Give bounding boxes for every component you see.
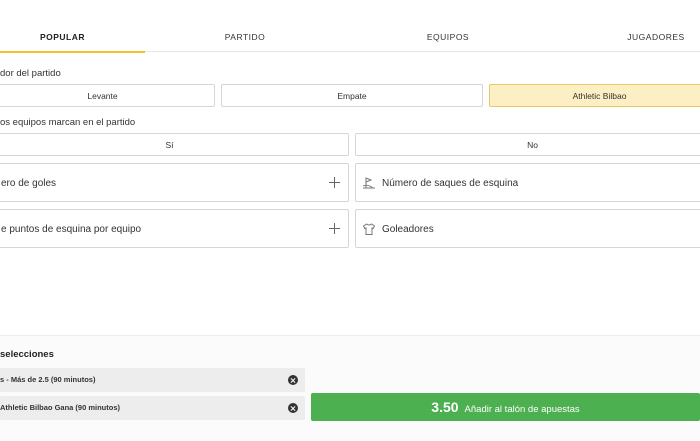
market-label: Goleadores bbox=[382, 224, 434, 235]
option-athletic-bilbao[interactable]: Athletic Bilbao bbox=[489, 84, 700, 107]
remove-selection-icon[interactable] bbox=[288, 375, 298, 385]
market-puntos-de-esquina[interactable]: e puntos de esquina por equipo bbox=[0, 209, 349, 248]
market-numero-de-goles[interactable]: ero de goles bbox=[0, 163, 349, 202]
selection-item: s - Más de 2.5 (90 minutos) bbox=[0, 368, 305, 392]
tab-popular[interactable]: POPULAR bbox=[0, 0, 145, 53]
jersey-icon bbox=[362, 223, 376, 235]
plus-icon bbox=[329, 177, 340, 188]
tab-equipos[interactable]: EQUIPOS bbox=[388, 0, 508, 52]
both-teams-score-title: os equipos marcan en el partido bbox=[0, 117, 136, 128]
option-no[interactable]: No bbox=[355, 133, 700, 156]
selection-text: s - Más de 2.5 (90 minutos) bbox=[0, 375, 96, 384]
market-goleadores[interactable]: Goleadores bbox=[355, 209, 700, 248]
add-to-betslip-button[interactable]: 3.50 Añadir al talón de apuestas bbox=[311, 393, 700, 421]
selection-item: Athletic Bilbao Gana (90 minutos) bbox=[0, 396, 305, 420]
corner-flag-icon bbox=[362, 177, 375, 189]
market-saques-de-esquina[interactable]: Número de saques de esquina bbox=[355, 163, 700, 202]
betslip-panel: selecciones s - Más de 2.5 (90 minutos) … bbox=[0, 335, 700, 441]
remove-selection-icon[interactable] bbox=[288, 403, 298, 413]
option-empate[interactable]: Empate bbox=[221, 84, 483, 107]
selection-text: Athletic Bilbao Gana (90 minutos) bbox=[0, 403, 121, 412]
betslip-title: selecciones bbox=[0, 349, 54, 360]
tab-jugadores[interactable]: JUGADORES bbox=[596, 0, 700, 52]
match-winner-title: dor del partido bbox=[0, 68, 61, 79]
total-odds: 3.50 bbox=[431, 399, 459, 415]
add-to-betslip-label: Añadir al talón de apuestas bbox=[464, 404, 580, 415]
option-levante[interactable]: Levante bbox=[0, 84, 215, 107]
plus-icon bbox=[329, 223, 340, 234]
market-tabs: POPULAR PARTIDO EQUIPOS JUGADORES bbox=[0, 0, 700, 53]
market-label: ero de goles bbox=[1, 178, 57, 189]
market-label: Número de saques de esquina bbox=[382, 178, 519, 189]
market-label: e puntos de esquina por equipo bbox=[1, 224, 142, 235]
option-si[interactable]: Sí bbox=[0, 133, 349, 156]
tab-partido[interactable]: PARTIDO bbox=[185, 0, 305, 52]
